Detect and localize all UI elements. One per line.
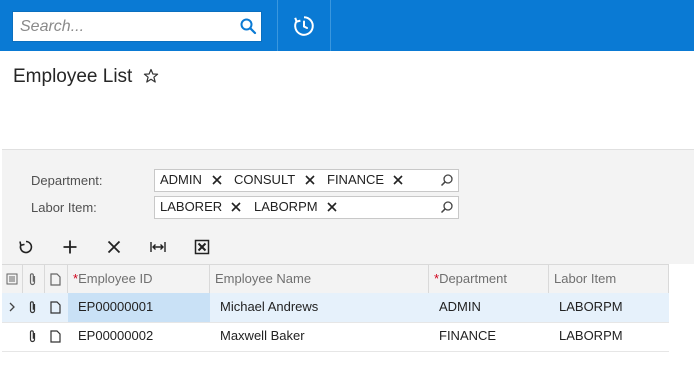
cell-department[interactable]: FINANCE	[429, 322, 549, 351]
chip-finance: FINANCE	[327, 172, 385, 187]
remove-chip-finance-icon[interactable]	[392, 174, 404, 186]
refresh-button[interactable]	[12, 236, 38, 258]
row-attachments[interactable]	[22, 293, 44, 322]
notes-header[interactable]	[44, 265, 68, 294]
cell-employee-name[interactable]: Michael Andrews	[210, 293, 429, 322]
cell-department[interactable]: ADMIN	[429, 293, 549, 322]
delete-row-button[interactable]	[100, 236, 126, 258]
lookup-icon[interactable]	[440, 173, 454, 187]
row-notes[interactable]	[44, 293, 67, 322]
col-department[interactable]: *Department	[429, 265, 549, 294]
chip-laborer: LABORER	[160, 199, 223, 214]
note-icon	[50, 330, 61, 343]
lookup-icon[interactable]	[440, 200, 454, 214]
fit-width-icon	[150, 242, 166, 252]
col-employee-id[interactable]: *Employee ID	[68, 265, 210, 294]
remove-chip-laborpm-icon[interactable]	[326, 201, 338, 213]
top-bar	[0, 0, 694, 51]
paperclip-icon	[29, 330, 36, 343]
remove-chip-admin-icon[interactable]	[211, 174, 223, 186]
grid-header: *Employee ID Employee Name *Department L…	[2, 264, 669, 295]
table-row[interactable]: EP00000001 Michael Andrews ADMIN LABORPM	[2, 293, 669, 323]
note-icon	[50, 273, 61, 286]
row-indicator[interactable]	[2, 293, 22, 322]
topbar-divider	[277, 0, 278, 51]
row-selector-header[interactable]	[2, 265, 23, 294]
remove-chip-consult-icon[interactable]	[304, 174, 316, 186]
table-row[interactable]: EP00000002 Maxwell Baker FINANCE LABORPM	[2, 322, 669, 352]
add-row-button[interactable]	[56, 236, 82, 258]
labor-item-label: Labor Item:	[31, 200, 97, 215]
chip-consult: CONSULT	[234, 172, 296, 187]
search-input[interactable]	[13, 12, 235, 41]
refresh-icon	[19, 240, 33, 254]
chip-laborpm: LABORPM	[254, 199, 318, 214]
page-title: Employee List	[13, 66, 133, 87]
search-box[interactable]	[12, 11, 262, 42]
history-button[interactable]	[279, 0, 329, 51]
search-icon[interactable]	[239, 17, 257, 35]
paperclip-icon	[29, 301, 36, 314]
chevron-right-icon	[9, 302, 15, 312]
plus-icon	[63, 240, 77, 254]
department-filter[interactable]: ADMIN CONSULT FINANCE	[154, 169, 459, 192]
history-icon	[294, 16, 314, 36]
close-icon	[107, 240, 121, 254]
paperclip-icon	[29, 273, 36, 286]
col-employee-name[interactable]: Employee Name	[210, 265, 429, 294]
select-all-icon	[6, 273, 18, 285]
remove-chip-laborer-icon[interactable]	[230, 201, 242, 213]
row-indicator[interactable]	[2, 322, 22, 351]
note-icon	[50, 301, 61, 314]
attachments-header[interactable]	[22, 265, 45, 294]
cell-labor-item[interactable]: LABORPM	[549, 293, 669, 322]
cell-employee-id[interactable]: EP00000001	[68, 293, 210, 322]
row-notes[interactable]	[44, 322, 67, 351]
export-excel-button[interactable]	[188, 236, 214, 258]
excel-icon	[194, 239, 210, 255]
cell-employee-id[interactable]: EP00000002	[68, 322, 210, 351]
chip-admin: ADMIN	[160, 172, 202, 187]
cell-labor-item[interactable]: LABORPM	[549, 322, 669, 351]
filter-panel: Department: ADMIN CONSULT FINANCE Labor …	[2, 149, 694, 237]
row-attachments[interactable]	[22, 322, 44, 351]
grid-toolbar	[2, 236, 694, 264]
cell-employee-name[interactable]: Maxwell Baker	[210, 322, 429, 351]
department-label: Department:	[31, 173, 103, 188]
labor-item-filter[interactable]: LABORER LABORPM	[154, 196, 459, 219]
col-labor-item[interactable]: Labor Item	[549, 265, 669, 294]
star-icon[interactable]	[143, 68, 159, 84]
fit-columns-button[interactable]	[144, 236, 170, 258]
topbar-divider	[330, 0, 331, 51]
